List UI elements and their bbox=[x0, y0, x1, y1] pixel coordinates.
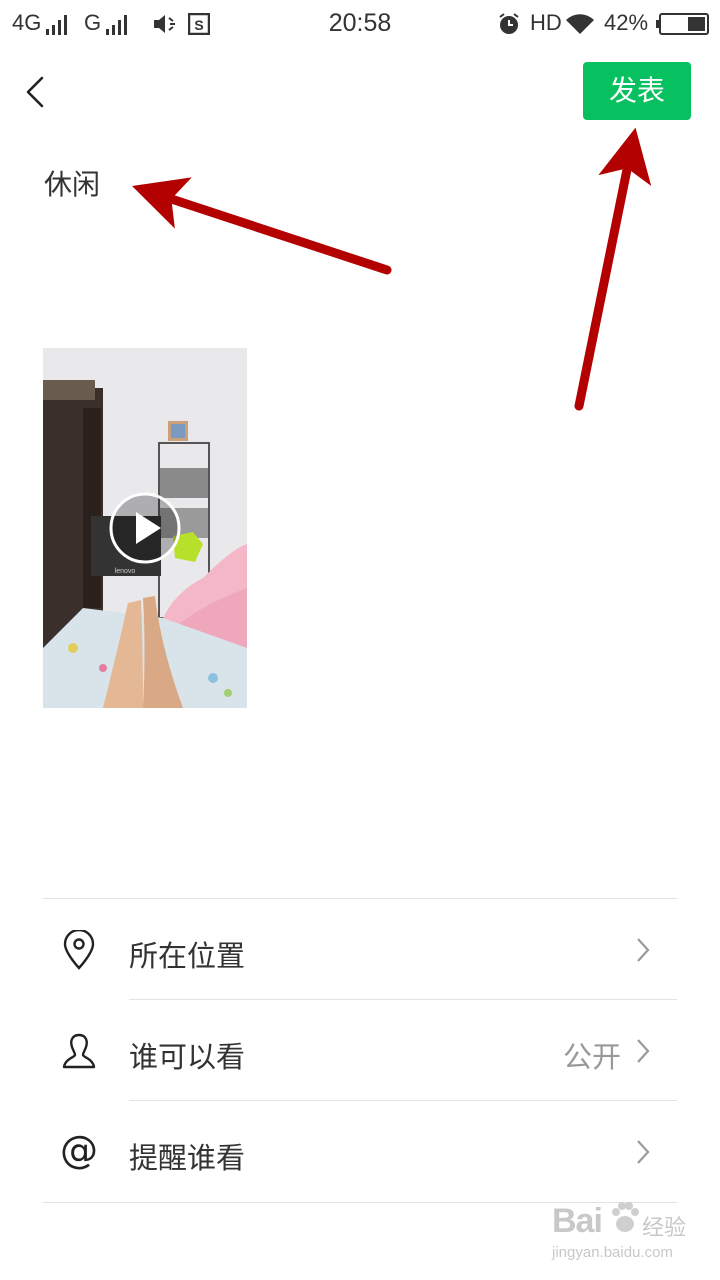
publish-button[interactable]: 发表 bbox=[583, 62, 691, 120]
hd-label: HD bbox=[530, 10, 562, 35]
annotation-arrow-text bbox=[132, 177, 392, 275]
watermark-url: jingyan.baidu.com bbox=[552, 1244, 673, 1261]
watermark-suffix: 经验 bbox=[642, 1216, 687, 1241]
battery-percent: 42% bbox=[604, 10, 649, 35]
wifi-icon bbox=[566, 14, 594, 34]
option-label: 谁可以看 bbox=[129, 1040, 246, 1074]
back-button[interactable] bbox=[20, 70, 60, 114]
at-icon: @ bbox=[61, 1132, 97, 1172]
person-icon bbox=[62, 1033, 96, 1069]
paw-logo-icon bbox=[612, 1202, 639, 1232]
svg-text:lenovo: lenovo bbox=[115, 568, 136, 575]
video-frame-image: lenovo bbox=[43, 348, 247, 708]
post-text-input[interactable]: 休闲 bbox=[44, 163, 100, 203]
divider-top bbox=[43, 898, 677, 899]
divider bbox=[129, 999, 677, 1000]
battery-icon bbox=[656, 13, 709, 35]
option-label: 所在位置 bbox=[129, 939, 246, 973]
watermark-brand: Bai bbox=[552, 1202, 603, 1240]
option-label: 提醒谁看 bbox=[129, 1141, 246, 1175]
chevron-right-icon bbox=[637, 1140, 650, 1164]
chevron-right-icon bbox=[637, 938, 650, 962]
annotation-arrow-publish bbox=[574, 127, 652, 411]
video-thumbnail[interactable]: lenovo bbox=[43, 348, 247, 708]
chevron-right-icon bbox=[637, 1039, 650, 1063]
status-bar: 4G G S 20:58 HD 42% bbox=[0, 0, 720, 50]
chevron-left-icon bbox=[26, 76, 44, 108]
option-location[interactable]: 所在位置 bbox=[43, 900, 677, 1000]
divider bbox=[129, 1100, 677, 1101]
svg-text:@: @ bbox=[61, 1132, 97, 1172]
option-mention[interactable]: @ 提醒谁看 bbox=[43, 1102, 677, 1202]
location-pin-icon bbox=[63, 930, 95, 970]
option-visibility[interactable]: 谁可以看 公开 bbox=[43, 1001, 677, 1101]
baidu-watermark: Bai 经验 jingyan.baidu.com bbox=[552, 1198, 692, 1268]
alarm-icon bbox=[499, 13, 519, 34]
option-value: 公开 bbox=[562, 1040, 621, 1074]
